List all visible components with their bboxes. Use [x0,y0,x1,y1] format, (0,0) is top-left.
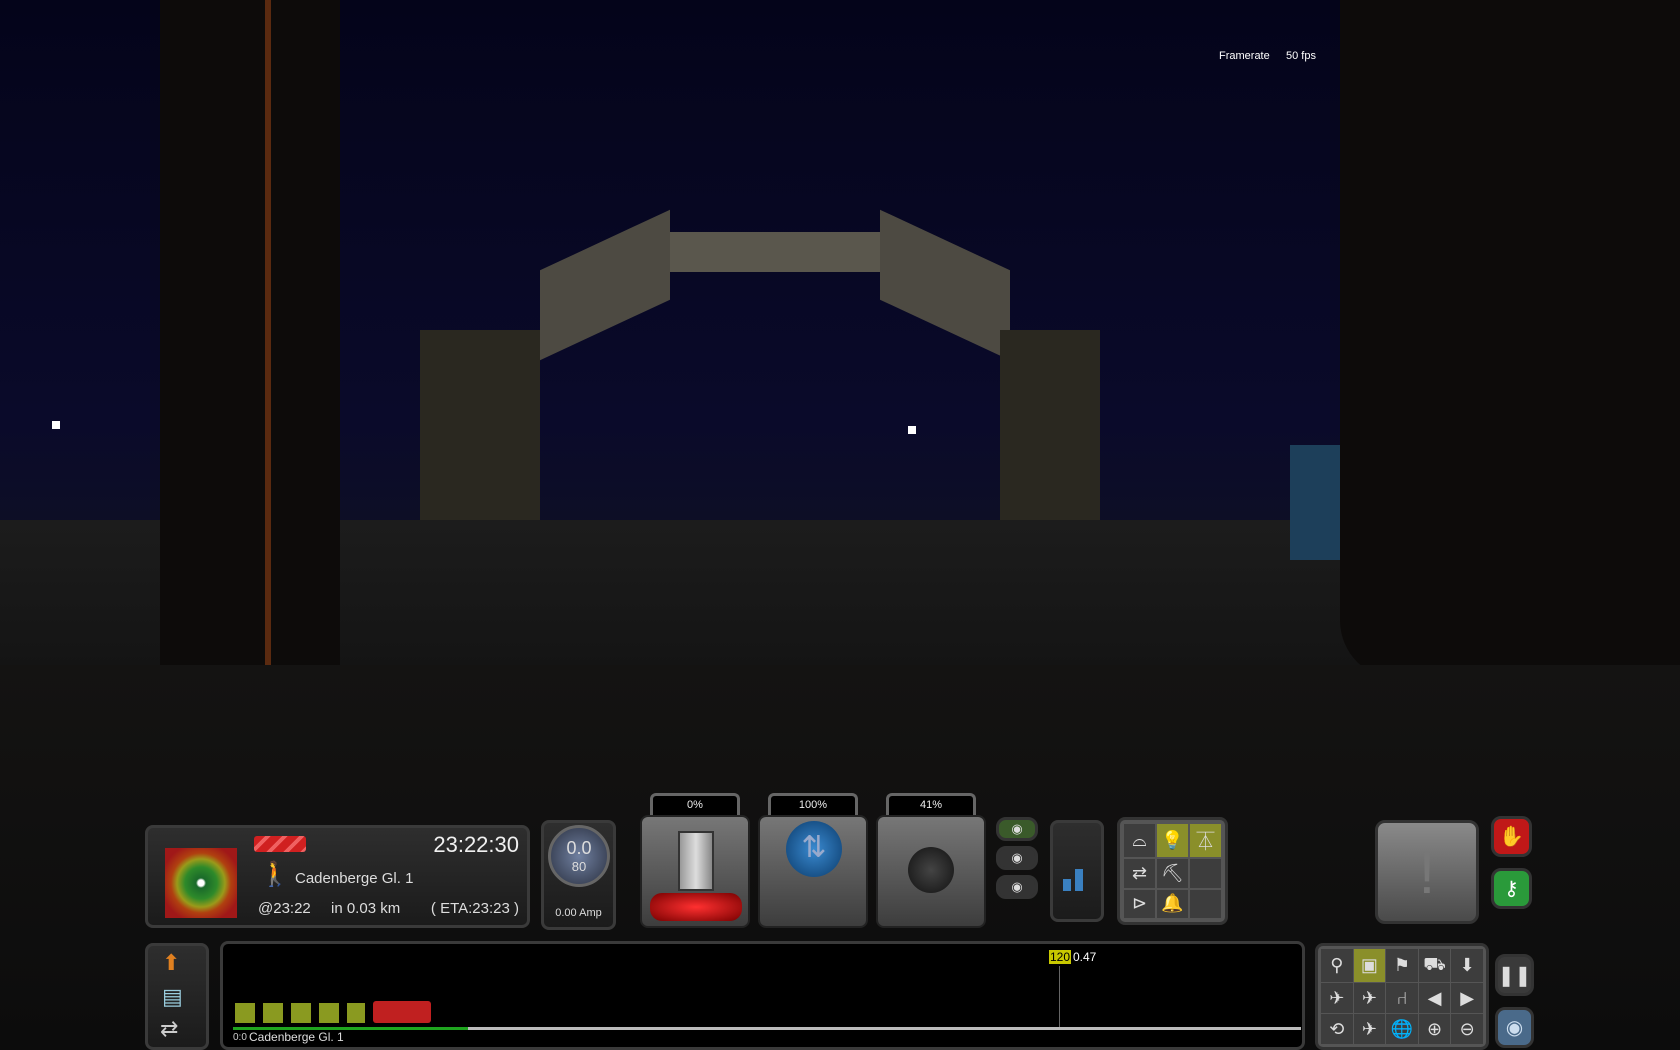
helicopter-1-icon[interactable]: ✈ [1321,983,1353,1013]
zoom-in-icon[interactable]: ⊕ [1418,1014,1451,1044]
footbridge [640,232,880,272]
scheduled-time: @23:22 [258,900,311,917]
seat-icon[interactable]: ⑁ [1386,983,1418,1013]
footbridge-stair-left [540,209,670,361]
screenshot-camera-button[interactable]: ◉ [1495,1007,1534,1048]
sander-button[interactable]: ⛏ [1157,859,1188,888]
empty-slot [1190,889,1221,918]
stairs-right [1000,330,1100,540]
track-station: Cadenberge Gl. 1 [249,1030,344,1044]
cab-pillar-left [160,0,340,680]
shelter [1290,445,1345,560]
speed-dial: 0.0 80 [548,825,610,887]
alert-button[interactable]: ! [1375,820,1479,924]
signal-radar-icon [165,848,237,918]
wagon-icon[interactable]: ⛟ [1418,949,1451,982]
key-button[interactable]: ⚷ [1491,868,1532,909]
signal-icon[interactable]: ⚑ [1386,949,1418,982]
speed-limit: 80 [571,859,587,874]
plane-icon[interactable]: ✈ [1353,1014,1386,1044]
throttle-value: 0% [650,793,740,815]
emergency-hand-button[interactable]: ✋ [1491,816,1532,857]
throttle-lever[interactable] [640,815,750,928]
rotate-icon[interactable]: ⟲ [1321,1014,1353,1044]
framerate-value: 50 fps [1286,50,1316,62]
upload-icon[interactable]: ⬆ [162,950,180,976]
current-speed: 0.0 [566,838,592,858]
camera-cab-button[interactable]: ◉ [996,817,1038,841]
amperage: 0.00 Amp [555,907,602,919]
speed-gauge: 0.0 80 0.00 Amp [541,820,616,930]
eta: ( ETA:23:23 ) [430,900,519,917]
camera-train-button[interactable]: ◉ [996,846,1038,870]
light-button[interactable]: 💡 [1157,824,1188,858]
train-locomotive-icon [373,1001,431,1023]
brake-value: 41% [886,793,976,815]
next-station: Cadenberge Gl. 1 [295,870,414,887]
cab-pillar-edge [265,0,271,670]
next-vehicle-icon[interactable]: ▶ [1451,983,1483,1013]
direction-arrows-icon: ⇅ [786,821,842,877]
wiper-button[interactable]: ⌓ [1124,824,1155,858]
view-grid: ⚲ ▣ ⚑ ⛟ ⬇ ✈ ✈ ⑁ ◀ ▶ ⟲ ✈ 🌐 ⊕ ⊖ [1315,943,1489,1050]
power-bar [1075,869,1083,891]
brake-lever[interactable] [876,815,986,928]
stairs-left [420,330,540,540]
schedule-panel: 23:22:30 🚶 Cadenberge Gl. 1 @23:22 in 0.… [145,825,530,928]
cab-pillar-right [1340,0,1680,680]
pause-button[interactable]: ❚❚ [1495,954,1534,996]
empty-slot [1190,859,1221,888]
power-bar [1063,879,1071,891]
coupler-button[interactable]: ⇄ [1124,859,1155,888]
train-consist-wagons [235,1003,365,1023]
footbridge-stair-right [880,209,1010,361]
bell-button[interactable]: 🔔 [1157,889,1188,918]
reverser-lever[interactable]: ⇅ [758,815,868,928]
track-monitor: 120 0.47 0:0 Cadenberge Gl. 1 [220,941,1305,1050]
track-position: 0:0 [233,1032,247,1043]
controls-grid: ⌓ 💡 ⏄ ⇄ ⛏ ⊳ 🔔 [1117,817,1228,925]
throttle-handle[interactable] [678,831,714,891]
power-bar-gauge [1050,820,1104,922]
signal-marker [1059,966,1060,1030]
horn-button[interactable]: ⊳ [1124,889,1155,918]
brake-handle-icon[interactable] [908,847,954,893]
signal-light [908,426,916,434]
walking-person-icon: 🚶 [260,861,290,888]
left-tools: ⬆ ▤ ⇄ [145,943,209,1050]
arrow-down-icon[interactable]: ⬇ [1451,949,1483,982]
helicopter-2-icon[interactable]: ✈ [1353,983,1386,1013]
notes-icon[interactable]: ▤ [162,984,183,1010]
zoom-out-icon[interactable]: ⊖ [1451,1014,1483,1044]
prev-vehicle-icon[interactable]: ◀ [1418,983,1451,1013]
clock-time: 23:22:30 [433,832,519,857]
globe-icon[interactable]: 🌐 [1386,1014,1418,1044]
train-view-icon[interactable]: ▣ [1353,949,1386,982]
signal-distance: 0.47 [1073,950,1097,964]
throttle-indicator-icon [650,893,742,921]
framerate-label: Framerate [1219,50,1270,62]
map-pin-icon[interactable]: ⚲ [1321,949,1353,982]
camera-free-button[interactable]: ◉ [996,875,1038,899]
signal-speed-limit: 120 [1049,950,1072,964]
pantograph-button[interactable]: ⏄ [1190,824,1221,858]
swap-icon[interactable]: ⇄ [160,1016,178,1042]
reverser-value: 100% [768,793,858,815]
delay-clock-icon [254,836,306,852]
distance-to-station: in 0.03 km [331,900,401,917]
signal-light [52,421,60,429]
